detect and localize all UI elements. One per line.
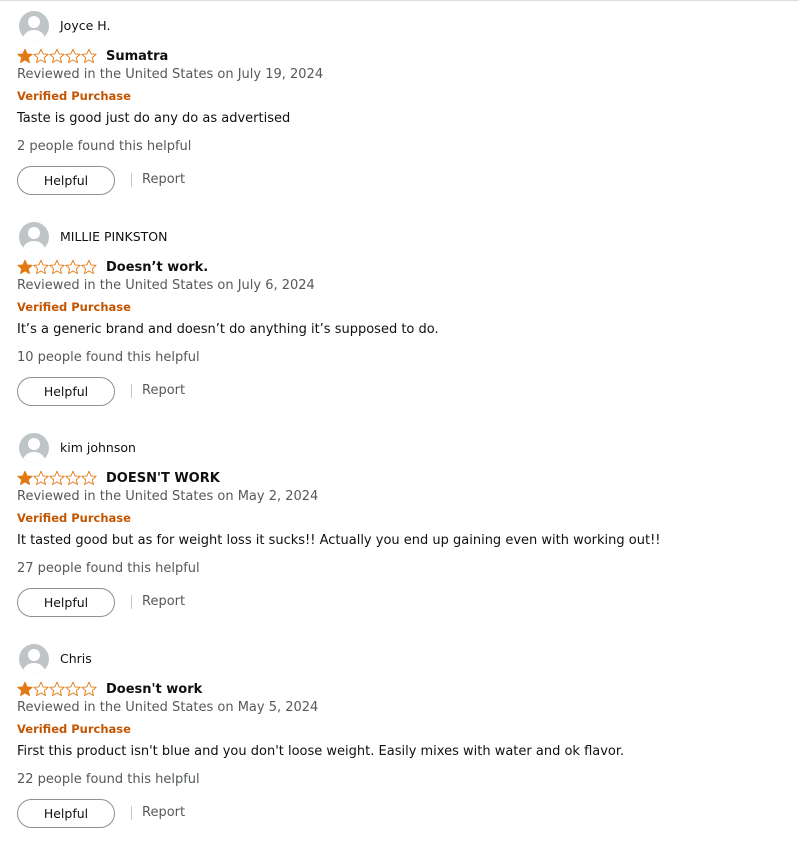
verified-purchase-badge: Verified Purchase <box>17 300 131 314</box>
avatar <box>19 643 49 674</box>
report-link[interactable]: Report <box>142 594 185 609</box>
star-empty-icon <box>33 259 49 275</box>
reviewer-name: Chris <box>60 651 92 666</box>
star-rating[interactable] <box>17 259 97 275</box>
review-body: It tasted good but as for weight loss it… <box>17 533 661 548</box>
star-empty-icon <box>33 470 49 486</box>
review-list: Joyce H. Sumatra Reviewed in the United … <box>0 0 799 844</box>
reviewer-name: Joyce H. <box>60 18 111 33</box>
avatar <box>19 432 49 463</box>
rating-row: Sumatra <box>17 46 168 66</box>
helpful-count: 10 people found this helpful <box>17 350 200 365</box>
star-empty-icon <box>49 48 65 64</box>
review-card: kim johnson DOESN'T WORK Reviewed in the… <box>0 422 799 633</box>
action-divider <box>131 806 132 820</box>
star-empty-icon <box>49 681 65 697</box>
avatar <box>19 221 49 252</box>
star-empty-icon <box>33 681 49 697</box>
reviewer-profile[interactable]: Chris <box>19 643 92 674</box>
reviewer-profile[interactable]: MILLIE PINKSTON <box>19 221 168 252</box>
report-link[interactable]: Report <box>142 383 185 398</box>
verified-purchase-badge: Verified Purchase <box>17 511 131 525</box>
action-divider <box>131 384 132 398</box>
helpful-count: 27 people found this helpful <box>17 561 200 576</box>
reviewer-profile[interactable]: kim johnson <box>19 432 136 463</box>
reviewer-name: kim johnson <box>60 440 136 455</box>
helpful-button[interactable]: Helpful <box>17 799 115 828</box>
verified-purchase-badge: Verified Purchase <box>17 722 131 736</box>
review-title[interactable]: Doesn't work <box>106 682 202 697</box>
avatar <box>19 10 49 41</box>
star-empty-icon <box>33 48 49 64</box>
star-rating[interactable] <box>17 48 97 64</box>
review-body: It’s a generic brand and doesn’t do anyt… <box>17 322 439 337</box>
review-body: First this product isn't blue and you do… <box>17 744 625 759</box>
action-divider <box>131 595 132 609</box>
review-title[interactable]: DOESN'T WORK <box>106 471 220 486</box>
reviewer-profile[interactable]: Joyce H. <box>19 10 110 41</box>
star-empty-icon <box>49 470 65 486</box>
rating-row: Doesn’t work. <box>17 257 208 277</box>
reviewer-name: MILLIE PINKSTON <box>60 229 168 244</box>
star-filled-icon <box>17 681 33 697</box>
review-card: Chris Doesn't work Reviewed in the Unite… <box>0 633 799 844</box>
star-filled-icon <box>17 259 33 275</box>
star-empty-icon <box>65 470 81 486</box>
action-divider <box>131 173 132 187</box>
rating-row: Doesn't work <box>17 679 202 699</box>
verified-purchase-badge: Verified Purchase <box>17 89 131 103</box>
review-card: Joyce H. Sumatra Reviewed in the United … <box>0 0 799 211</box>
review-title[interactable]: Doesn’t work. <box>106 260 208 275</box>
star-empty-icon <box>81 259 97 275</box>
report-link[interactable]: Report <box>142 805 185 820</box>
star-filled-icon <box>17 470 33 486</box>
star-empty-icon <box>81 48 97 64</box>
report-link[interactable]: Report <box>142 172 185 187</box>
helpful-button[interactable]: Helpful <box>17 588 115 617</box>
review-card: MILLIE PINKSTON Doesn’t work. Reviewed i… <box>0 211 799 422</box>
helpful-button[interactable]: Helpful <box>17 166 115 195</box>
star-empty-icon <box>49 259 65 275</box>
rating-row: DOESN'T WORK <box>17 468 220 488</box>
star-empty-icon <box>65 259 81 275</box>
review-title[interactable]: Sumatra <box>106 49 168 64</box>
star-empty-icon <box>65 681 81 697</box>
star-empty-icon <box>65 48 81 64</box>
star-empty-icon <box>81 470 97 486</box>
helpful-count: 22 people found this helpful <box>17 772 200 787</box>
helpful-count: 2 people found this helpful <box>17 139 192 154</box>
review-body: Taste is good just do any do as advertis… <box>17 111 291 126</box>
star-empty-icon <box>81 681 97 697</box>
star-rating[interactable] <box>17 470 97 486</box>
review-date: Reviewed in the United States on May 5, … <box>17 700 319 715</box>
star-rating[interactable] <box>17 681 97 697</box>
review-date: Reviewed in the United States on May 2, … <box>17 489 319 504</box>
review-date: Reviewed in the United States on July 19… <box>17 67 324 82</box>
star-filled-icon <box>17 48 33 64</box>
review-date: Reviewed in the United States on July 6,… <box>17 278 315 293</box>
helpful-button[interactable]: Helpful <box>17 377 115 406</box>
